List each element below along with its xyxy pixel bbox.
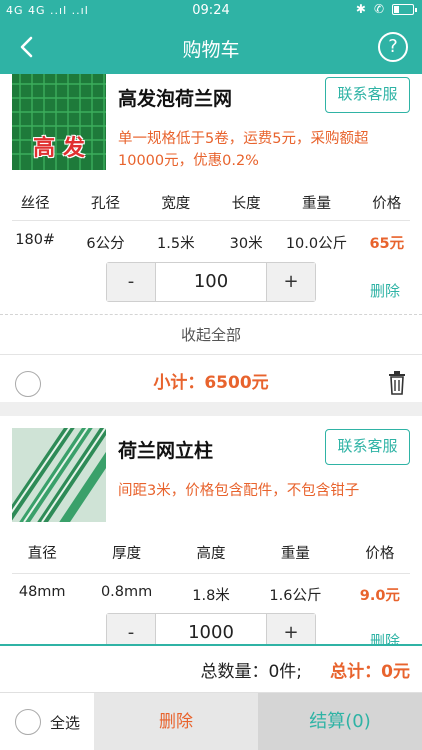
spec-value: 30米 (229, 236, 263, 252)
select-all-label[interactable]: 全选 (50, 712, 80, 733)
spec-value: 0.8mm (100, 584, 153, 600)
cart-item-card: 高 发 高发泡荷兰网 联系客服 单一规格低于5卷，运费5元，采购额超10000元… (0, 74, 422, 402)
total-quantity: 总数量：0件; (200, 662, 302, 682)
bluetooth-icon: ✱ (355, 2, 366, 16)
spec-header: 孔径 (90, 196, 120, 212)
decrease-button[interactable]: - (107, 263, 155, 301)
dashed-divider (0, 314, 422, 315)
spec-value: 1.6公斤 (269, 588, 322, 604)
spec-header-row: 丝径 孔径 宽度 长度 重量 价格 (0, 192, 422, 213)
spec-value-row: 180# 6公分 1.5米 30米 10.0公斤 65元 (0, 232, 422, 253)
total-amount: 总计：0元 (330, 662, 410, 682)
call-icon: ✆ (373, 2, 384, 16)
battery-icon (392, 3, 417, 15)
quantity-stepper: - 100 + (106, 262, 316, 302)
spec-header: 宽度 (161, 196, 191, 212)
increase-button[interactable]: + (267, 614, 315, 644)
spec-value: 6公分 (86, 236, 125, 252)
totals-bar: 总数量：0件; 总计：0元 (0, 644, 422, 692)
checkout-button[interactable]: 结算(0) (258, 693, 422, 750)
contact-service-button[interactable]: 联系客服 (325, 429, 410, 465)
trash-icon[interactable] (388, 371, 406, 395)
spec-header: 丝径 (20, 196, 50, 212)
delete-item-link[interactable]: 删除 (370, 630, 400, 644)
delete-item-link[interactable]: 删除 (370, 280, 400, 301)
subtotal: 小计：6500元 (153, 373, 269, 393)
spec-value: 180# (15, 232, 56, 248)
spec-header: 重量 (301, 196, 331, 212)
divider (12, 220, 410, 221)
contact-service-button[interactable]: 联系客服 (325, 77, 410, 113)
quantity-input[interactable]: 1000 (155, 614, 267, 644)
quantity-stepper: - 1000 + (106, 613, 316, 644)
spec-price: 65元 (369, 236, 405, 252)
spec-header: 重量 (280, 546, 310, 562)
spec-value-row: 48mm 0.8mm 1.8米 1.6公斤 9.0元 (0, 584, 422, 605)
product-thumbnail[interactable] (12, 428, 106, 522)
collapse-all-link[interactable]: 收起全部 (0, 324, 422, 345)
product-description: 单一规格低于5卷，运费5元，采购额超10000元，优惠0.2% (118, 131, 369, 169)
delete-selected-button[interactable]: 删除 (94, 693, 258, 750)
divider (0, 354, 422, 355)
cart-item-card: 荷兰网立柱 联系客服 间距3米，价格包含配件，不包含钳子 直径 厚度 高度 重量… (0, 416, 422, 644)
spec-value: 10.0公斤 (285, 236, 348, 252)
decrease-button[interactable]: - (107, 614, 155, 644)
quantity-input[interactable]: 100 (155, 263, 267, 301)
spec-value: 1.8米 (192, 588, 230, 604)
page-title: 购物车 (182, 39, 240, 61)
post-image (12, 428, 106, 522)
spec-header-row: 直径 厚度 高度 重量 价格 (0, 542, 422, 563)
increase-button[interactable]: + (267, 263, 315, 301)
spec-price: 9.0元 (359, 588, 400, 604)
spec-header: 直径 (27, 546, 57, 562)
spec-header: 厚度 (112, 546, 142, 562)
spec-header: 价格 (365, 546, 395, 562)
spec-header: 长度 (231, 196, 261, 212)
product-thumbnail[interactable]: 高 发 (12, 74, 106, 170)
nav-bar: 购物车 ? (0, 22, 422, 74)
divider (12, 573, 410, 574)
spec-value: 48mm (18, 584, 66, 600)
product-name: 荷兰网立柱 (118, 440, 214, 462)
bottom-action-bar: 全选 删除 结算(0) (0, 692, 422, 750)
help-icon[interactable]: ? (378, 32, 408, 62)
status-icons: ✱ ✆ (355, 2, 417, 16)
product-name: 高发泡荷兰网 (118, 88, 233, 110)
cart-list: 高 发 高发泡荷兰网 联系客服 单一规格低于5卷，运费5元，采购额超10000元… (0, 74, 422, 644)
thumbnail-overlay-text: 高 发 (33, 136, 85, 161)
select-all-checkbox[interactable] (15, 709, 41, 735)
product-description: 间距3米，价格包含配件，不包含钳子 (118, 483, 360, 499)
spec-value: 1.5米 (157, 236, 195, 252)
spec-header: 高度 (196, 546, 226, 562)
spec-header: 价格 (372, 196, 402, 212)
status-bar: 4G 4G ..ıl ..ıl 09:24 ✱ ✆ (0, 0, 422, 22)
